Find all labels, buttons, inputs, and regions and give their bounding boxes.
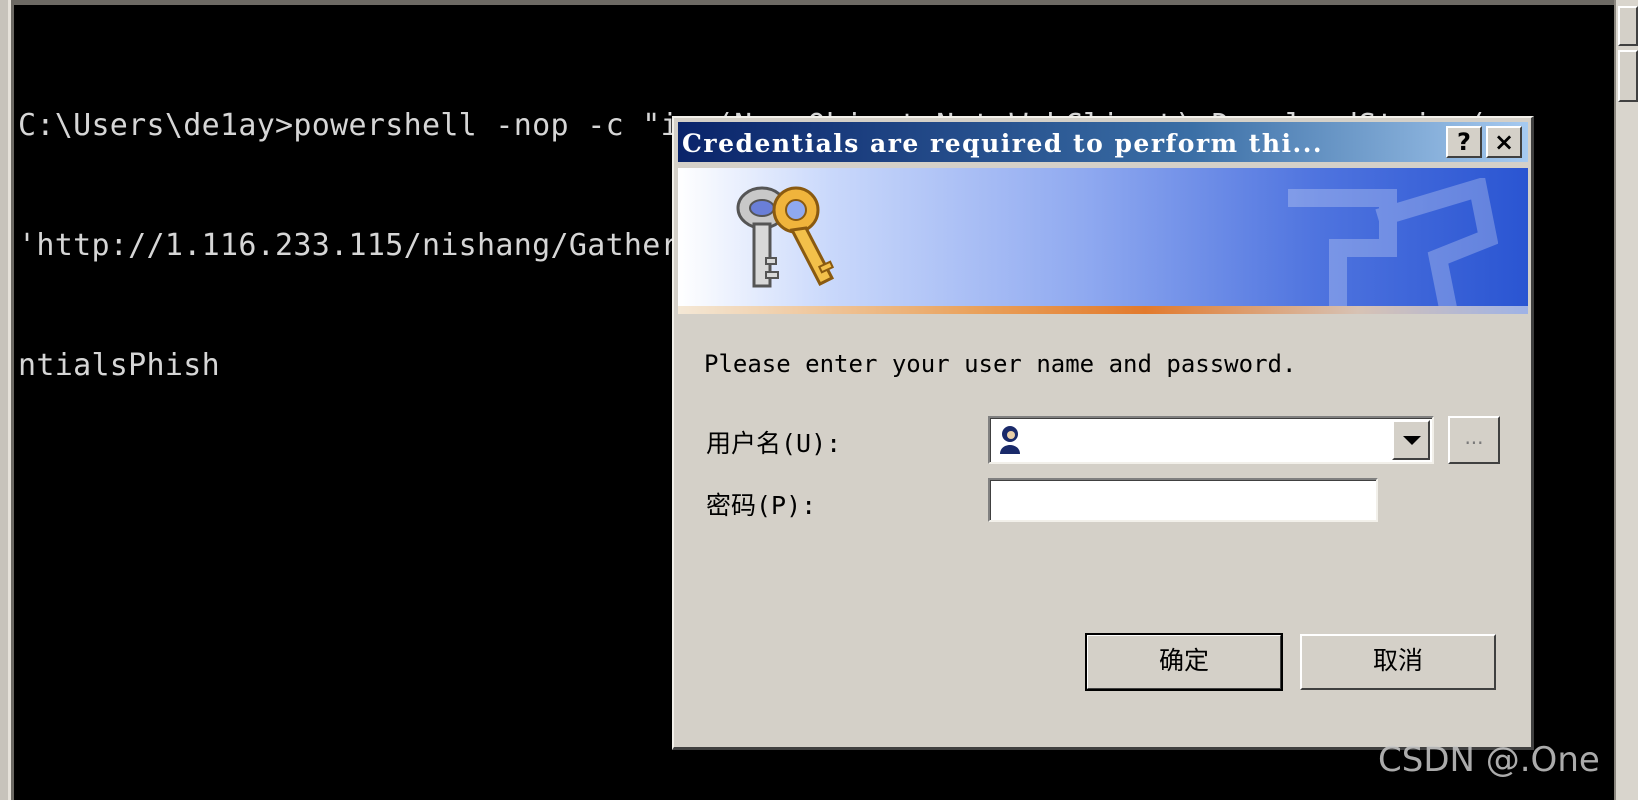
console-left-border xyxy=(0,0,14,800)
dialog-banner xyxy=(678,168,1528,306)
browse-button[interactable]: ... xyxy=(1448,416,1500,464)
banner-stripe xyxy=(678,306,1528,314)
dialog-title: Credentials are required to perform thi.… xyxy=(682,129,1324,158)
keys-watermark-icon xyxy=(1288,178,1498,306)
password-label: 密码(P): xyxy=(706,491,817,520)
ok-button[interactable]: 确定 xyxy=(1085,633,1283,691)
help-button[interactable]: ? xyxy=(1446,126,1482,158)
user-icon xyxy=(1000,426,1020,454)
credentials-dialog: Credentials are required to perform thi.… xyxy=(672,116,1534,750)
console-scrollbar[interactable] xyxy=(1614,0,1638,800)
username-label: 用户名(U): xyxy=(706,429,842,458)
csdn-watermark: CSDN @.One xyxy=(1378,740,1600,780)
scroll-up-button[interactable] xyxy=(1618,6,1638,46)
scroll-thumb[interactable] xyxy=(1618,50,1638,102)
chevron-down-icon[interactable] xyxy=(1392,420,1430,460)
close-button[interactable]: × xyxy=(1486,126,1522,158)
keys-icon xyxy=(736,186,835,288)
password-field[interactable] xyxy=(988,478,1378,522)
dialog-titlebar[interactable]: Credentials are required to perform thi.… xyxy=(678,122,1528,162)
dialog-prompt: Please enter your user name and password… xyxy=(704,350,1297,378)
cancel-button[interactable]: 取消 xyxy=(1300,634,1496,690)
username-combobox[interactable] xyxy=(988,416,1434,464)
